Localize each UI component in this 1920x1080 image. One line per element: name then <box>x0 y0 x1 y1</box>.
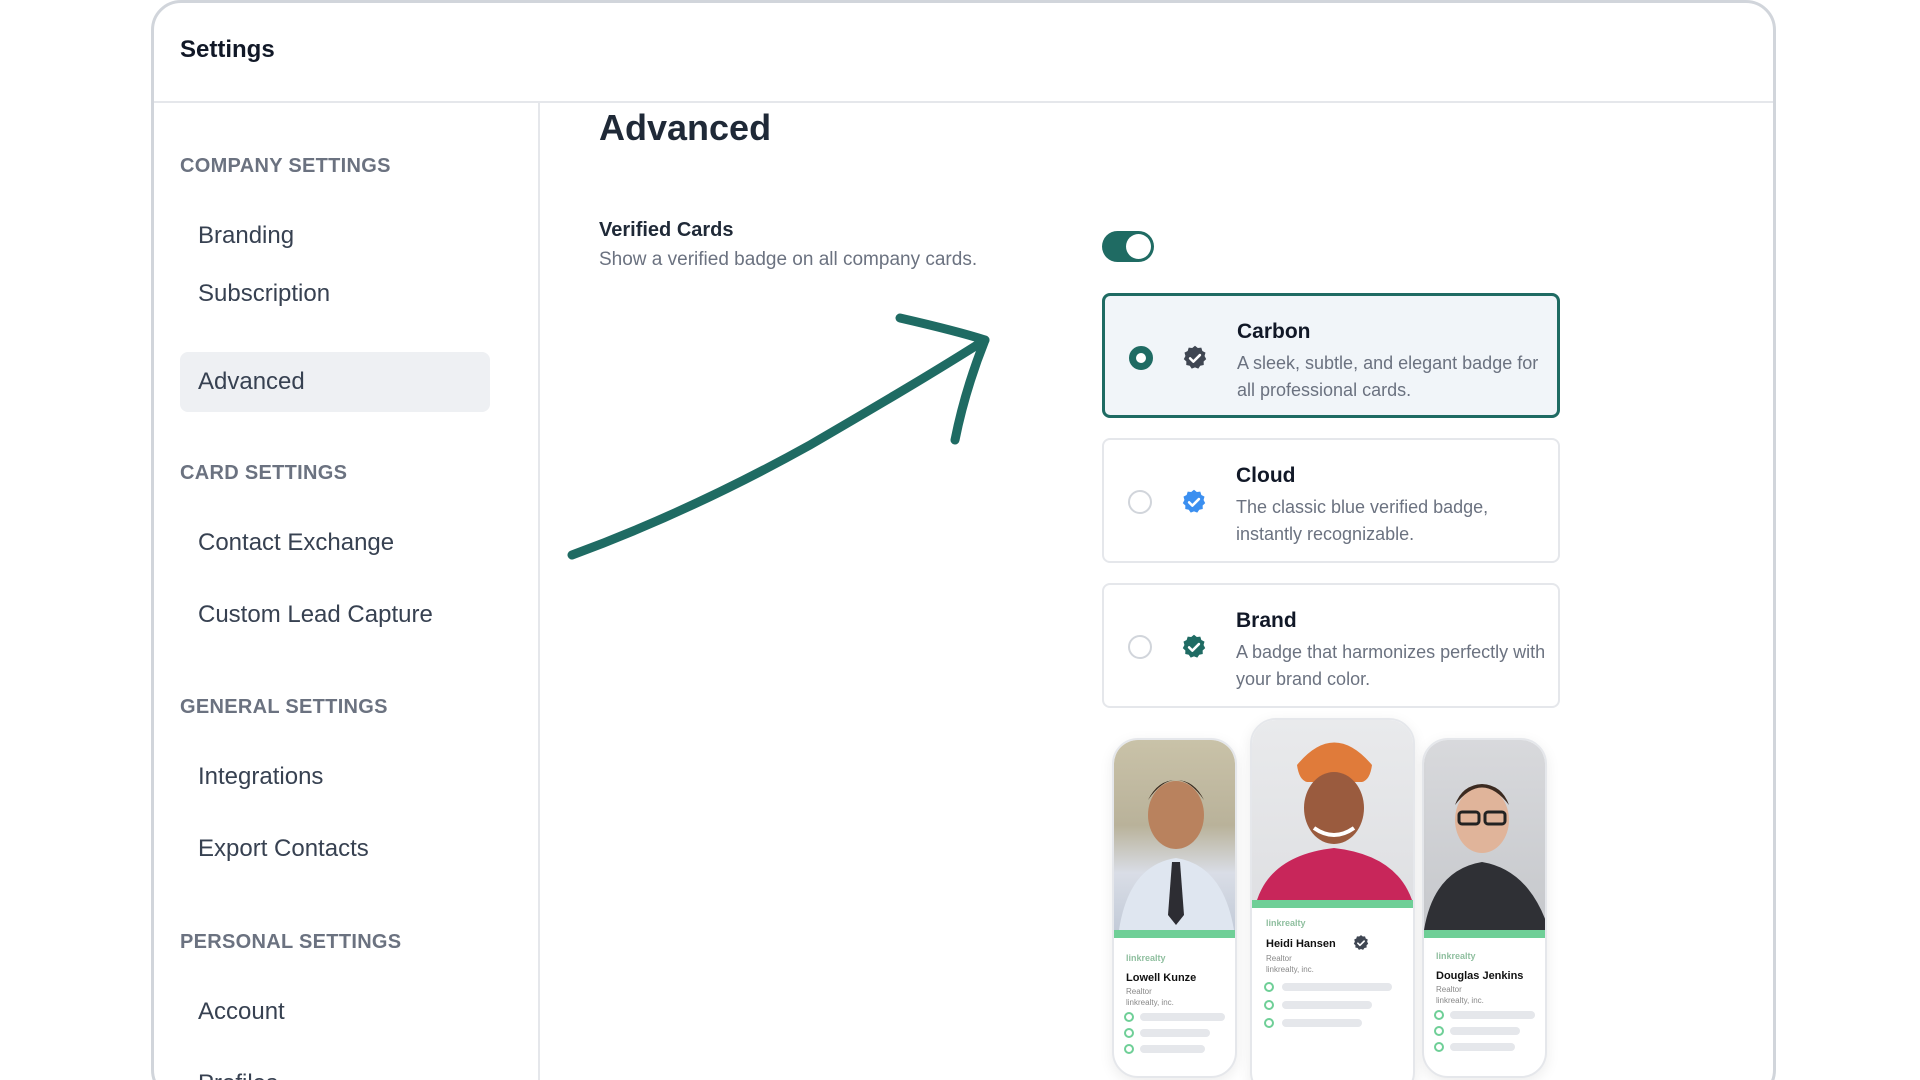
contact-row <box>1282 983 1392 991</box>
preview-card-center: linkrealty Heidi Hansen Realtor linkreal… <box>1250 718 1415 1080</box>
contact-dot <box>1264 1018 1274 1028</box>
contact-dot <box>1264 982 1274 992</box>
card-person-name: Heidi Hansen <box>1266 938 1336 950</box>
profile-photo <box>1252 720 1413 900</box>
card-brand: linkrealty <box>1266 918 1306 928</box>
contact-row <box>1282 1019 1362 1027</box>
card-person-role: Realtor <box>1266 954 1292 963</box>
contact-dot <box>1264 1000 1274 1010</box>
card-stripe <box>1252 900 1413 908</box>
verified-badge-icon <box>1353 935 1369 950</box>
person-illustration <box>1257 742 1412 900</box>
card-person-company: linkrealty, inc. <box>1266 965 1314 974</box>
annotation-arrow-icon <box>567 313 990 560</box>
contact-row <box>1282 1001 1372 1009</box>
